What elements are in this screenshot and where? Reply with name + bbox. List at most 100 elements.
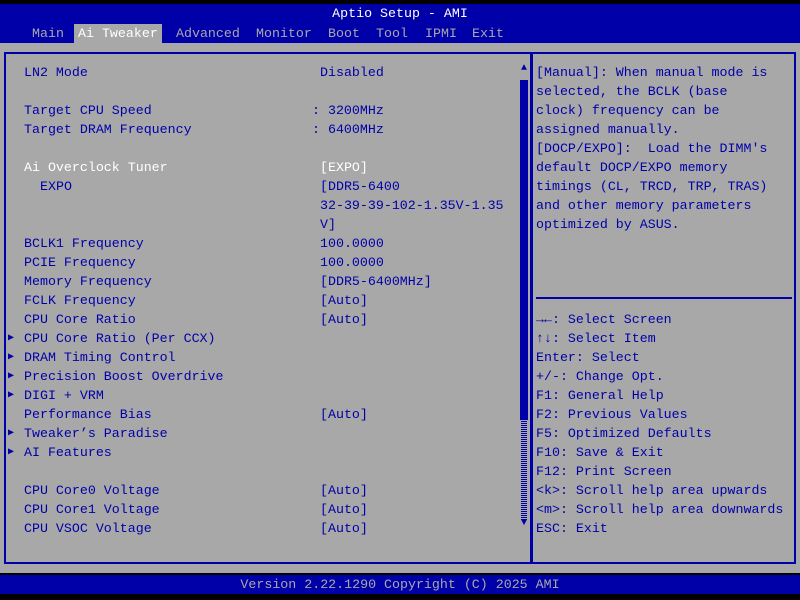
submenu-arrow-icon: ▶ (8, 352, 15, 363)
setting-label: Precision Boost Overdrive (24, 369, 224, 384)
setting-label: Memory Frequency (24, 274, 152, 289)
setting-value[interactable]: Disabled (320, 63, 384, 82)
setting-label: CPU Core0 Voltage (24, 483, 160, 498)
tab-bar: Main Ai Tweaker Advanced Monitor Boot To… (0, 24, 800, 43)
setting-value: 32-39-39-102-1.35V-1.35 (320, 198, 504, 213)
key-hint: F10: Save & Exit (536, 445, 664, 460)
tab-boot[interactable]: Boot (324, 24, 364, 43)
key-hint: F5: Optimized Defaults (536, 426, 712, 441)
help-text-line: selected, the BCLK (base (536, 84, 728, 99)
window-title: Aptio Setup - AMI (0, 4, 800, 24)
setting-label: CPU Core1 Voltage (24, 502, 160, 517)
key-hint: <k>: Scroll help area upwards (536, 483, 768, 498)
setting-row[interactable]: ▶ DRAM Timing Control (0, 348, 520, 367)
key-hint: →←: Select Screen (536, 312, 672, 327)
setting-row[interactable]: Target CPU Speed : 3200MHz (0, 101, 520, 120)
setting-value[interactable]: [Auto] (320, 405, 368, 424)
setting-row[interactable]: ▶ Precision Boost Overdrive (0, 367, 520, 386)
key-hint: Enter: Select (536, 350, 640, 365)
setting-row[interactable]: PCIE Frequency 100.0000 (0, 253, 520, 272)
setting-label: FCLK Frequency (24, 293, 136, 308)
key-hint: F12: Print Screen (536, 464, 672, 479)
key-hint: <m>: Scroll help area downwards (536, 502, 784, 517)
version-footer: Version 2.22.1290 Copyright (C) 2025 AMI (0, 575, 800, 594)
help-text-line: clock) frequency can be (536, 103, 720, 118)
setting-label: Performance Bias (24, 407, 152, 422)
setting-value[interactable]: [Auto] (320, 291, 368, 310)
setting-row[interactable]: ▶ DIGI + VRM (0, 386, 520, 405)
setting-value[interactable]: [Auto] (320, 310, 368, 329)
setting-label: Target CPU Speed (24, 103, 152, 118)
submenu-arrow-icon: ▶ (8, 447, 15, 458)
key-hint: +/-: Change Opt. (536, 369, 664, 384)
help-text-line: and other memory parameters (536, 198, 752, 213)
help-text-line: default DOCP/EXPO memory (536, 160, 728, 175)
help-text-line: assigned manually. (536, 122, 680, 137)
setting-label: PCIE Frequency (24, 255, 136, 270)
submenu-arrow-icon: ▶ (8, 390, 15, 401)
tab-ai-tweaker[interactable]: Ai Tweaker (74, 24, 162, 43)
setting-row[interactable]: Target DRAM Frequency : 6400MHz (0, 120, 520, 139)
setting-label: DIGI + VRM (24, 388, 104, 403)
setting-label: CPU Core Ratio (Per CCX) (24, 331, 216, 346)
setting-label: CPU VSOC Voltage (24, 521, 152, 536)
setting-value[interactable]: : 6400MHz (312, 120, 384, 139)
scrollbar-thumb[interactable] (520, 80, 528, 420)
scrollbar-track[interactable] (521, 420, 527, 520)
submenu-arrow-icon: ▶ (8, 428, 15, 439)
setting-value[interactable]: [Auto] (320, 519, 368, 538)
setting-row[interactable]: ▶ Tweaker’s Paradise (0, 424, 520, 443)
setting-value-continued: V] (0, 215, 520, 234)
setting-value[interactable]: : 3200MHz (312, 101, 384, 120)
setting-row[interactable]: Performance Bias [Auto] (0, 405, 520, 424)
tab-ipmi[interactable]: IPMI (421, 24, 461, 43)
setting-value[interactable]: 100.0000 (320, 253, 384, 272)
key-hint: F2: Previous Values (536, 407, 688, 422)
setting-row[interactable]: CPU Core Ratio [Auto] (0, 310, 520, 329)
scroll-down-icon[interactable]: ▼ (518, 518, 530, 529)
setting-value[interactable]: 100.0000 (320, 234, 384, 253)
setting-value[interactable]: [Auto] (320, 481, 368, 500)
setting-value[interactable]: [Auto] (320, 500, 368, 519)
setting-label: CPU Core Ratio (24, 312, 136, 327)
setting-row[interactable]: Ai Overclock Tuner [EXPO] (0, 158, 520, 177)
setting-row[interactable]: Memory Frequency [DDR5-6400MHz] (0, 272, 520, 291)
tab-monitor[interactable]: Monitor (252, 24, 316, 43)
setting-row[interactable]: CPU Core0 Voltage [Auto] (0, 481, 520, 500)
setting-row[interactable]: FCLK Frequency [Auto] (0, 291, 520, 310)
scrollbar[interactable] (520, 80, 528, 520)
setting-row[interactable]: LN2 Mode Disabled (0, 63, 520, 82)
setting-label: AI Features (24, 445, 112, 460)
setting-label: LN2 Mode (24, 65, 88, 80)
submenu-arrow-icon: ▶ (8, 371, 15, 382)
setting-row[interactable]: ▶ AI Features (0, 443, 520, 462)
setting-row[interactable]: ▶ CPU Core Ratio (Per CCX) (0, 329, 520, 348)
setup-main-area: LN2 Mode Disabled Target CPU Speed : 3200MH… (0, 43, 800, 573)
setting-label: Target DRAM Frequency (24, 122, 192, 137)
help-text-line: timings (CL, TRCD, TRP, TRAS) (536, 179, 768, 194)
key-hint: F1: General Help (536, 388, 664, 403)
setting-value-continued: 32-39-39-102-1.35V-1.35 (0, 196, 520, 215)
setting-value: V] (320, 217, 336, 232)
setting-row[interactable]: CPU Core1 Voltage [Auto] (0, 500, 520, 519)
setting-label: EXPO (40, 179, 72, 194)
help-divider (536, 297, 792, 299)
setting-value[interactable]: [DDR5-6400 (320, 177, 400, 196)
setting-label: BCLK1 Frequency (24, 236, 144, 251)
tab-advanced[interactable]: Advanced (172, 24, 244, 43)
submenu-arrow-icon: ▶ (8, 333, 15, 344)
setting-value[interactable]: [DDR5-6400MHz] (320, 272, 432, 291)
setting-row[interactable]: BCLK1 Frequency 100.0000 (0, 234, 520, 253)
setting-row[interactable]: EXPO [DDR5-6400 (0, 177, 520, 196)
setting-label: DRAM Timing Control (24, 350, 176, 365)
key-hint: ESC: Exit (536, 521, 608, 536)
setting-label: Tweaker’s Paradise (24, 426, 168, 441)
help-text-line: optimized by ASUS. (536, 217, 680, 232)
setting-value[interactable]: [EXPO] (320, 158, 368, 177)
tab-main[interactable]: Main (28, 24, 68, 43)
key-hint: ↑↓: Select Item (536, 331, 656, 346)
tab-exit[interactable]: Exit (468, 24, 508, 43)
setting-row[interactable]: CPU VSOC Voltage [Auto] (0, 519, 520, 538)
tab-tool[interactable]: Tool (372, 24, 412, 43)
scroll-up-icon[interactable]: ▲ (518, 63, 530, 74)
